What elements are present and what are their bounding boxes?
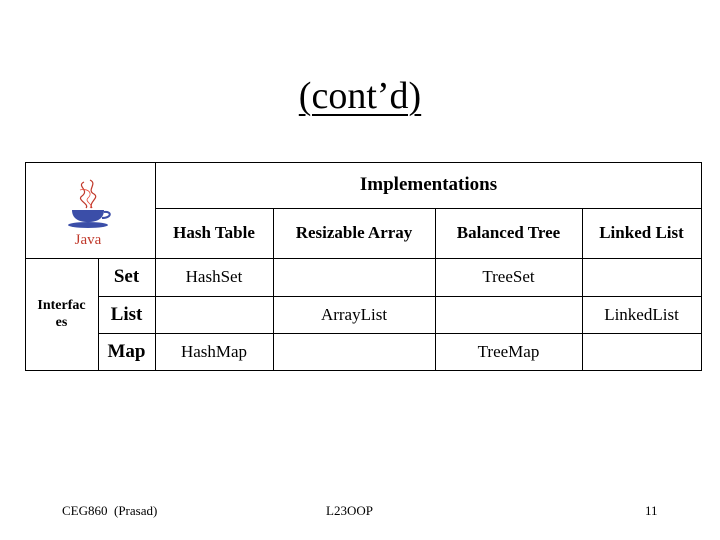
table-border-bottom: [25, 370, 702, 371]
slide-title-text: (cont’d): [298, 75, 422, 117]
footer-course: CEG860 (Prasad): [62, 503, 158, 518]
table-cell: HashSet: [185, 267, 243, 286]
table-cell: [155, 296, 273, 333]
column-header-linked-list: Linked List: [599, 223, 684, 242]
table-cell: [273, 258, 435, 296]
slide-title: (cont’d): [0, 74, 720, 118]
row-header-set: Set: [113, 266, 140, 287]
row-group-interfaces: Interfac es: [37, 298, 86, 330]
row-header-map: Map: [107, 340, 146, 362]
row-header-list: List: [110, 303, 143, 325]
page-number: 11: [645, 503, 658, 518]
table-cell: [582, 333, 701, 370]
table-cell: LinkedList: [604, 304, 679, 324]
column-header-balanced-tree: Balanced Tree: [456, 223, 561, 242]
java-logo-icon: Java: [60, 178, 116, 250]
column-header-resizable-array: Resizable Array: [295, 223, 413, 242]
java-logo-text: Java: [75, 232, 102, 248]
column-header-hash-table: Hash Table: [173, 223, 255, 242]
table-cell: [435, 296, 582, 333]
table-cell: [273, 333, 435, 370]
table-cell: TreeMap: [477, 341, 540, 361]
header-implementations: Implementations: [359, 174, 498, 195]
table-cell: [582, 258, 701, 296]
table-cell: ArrayList: [320, 304, 388, 324]
footer-lecture: L23OOP: [326, 503, 373, 518]
table-cell: HashMap: [180, 341, 248, 361]
table-cell: TreeSet: [482, 267, 535, 286]
